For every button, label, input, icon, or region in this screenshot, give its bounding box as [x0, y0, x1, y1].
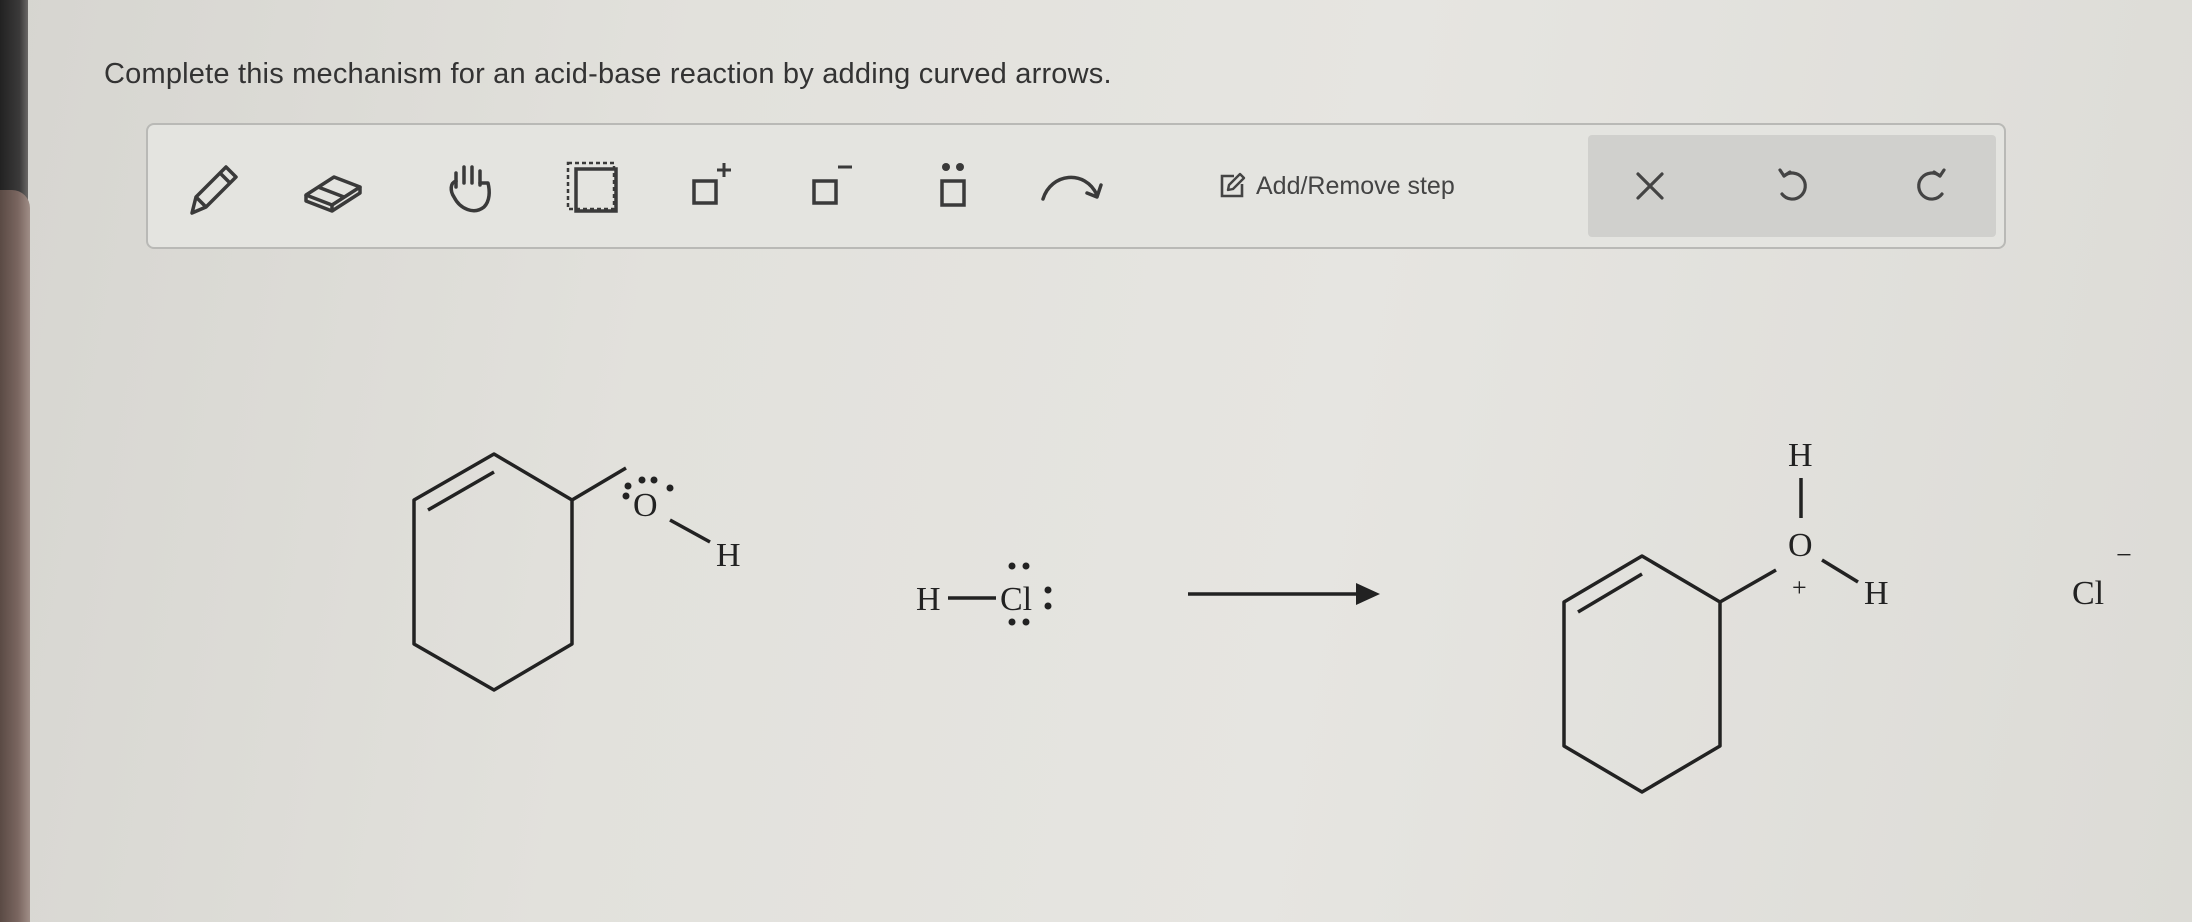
reactant-hcl[interactable]: H Cl [916, 562, 1052, 626]
edit-icon [1220, 172, 1246, 198]
lone-pair-dot [1008, 562, 1016, 570]
lone-pair-dot [666, 484, 674, 492]
negative-charge-tool-button[interactable] [788, 143, 878, 233]
lone-pair-dot [1022, 562, 1030, 570]
chlorine-atom-label: Cl [1000, 581, 1032, 618]
eraser-tool-button[interactable] [288, 143, 378, 233]
hydrogen-top-label: H [1788, 437, 1813, 474]
pencil-icon [190, 165, 238, 215]
o-h-bond [669, 518, 711, 544]
add-remove-step-button[interactable]: Add/Remove step [1218, 161, 1455, 211]
lone-pair-icon [940, 163, 966, 207]
product-chloride[interactable]: Cl − [2072, 540, 2132, 612]
c-o-bond [571, 466, 627, 502]
curved-arrow-icon [1041, 175, 1103, 201]
lone-pair-dot [1008, 618, 1016, 626]
oxygen-atom-label: O [1788, 527, 1813, 564]
hydrogen-atom-label: H [716, 537, 741, 574]
undo-button[interactable] [1752, 146, 1832, 226]
redo-button[interactable] [1892, 146, 1972, 226]
finger-edge [0, 190, 30, 922]
eraser-icon [304, 175, 362, 213]
ring-bonds [412, 452, 574, 692]
c-o-bond [1719, 568, 1777, 604]
positive-charge-label: + [1792, 573, 1807, 602]
oxygen-atom-label: O [633, 487, 658, 524]
lone-pair-dot [1044, 602, 1052, 610]
lone-pair-dot [1044, 586, 1052, 594]
select-tool-button[interactable] [548, 143, 638, 233]
clear-button[interactable] [1610, 146, 1690, 226]
pencil-tool-button[interactable] [168, 143, 258, 233]
lone-pair-dot [624, 482, 632, 490]
negative-charge-label: − [2116, 540, 2132, 571]
drawing-toolbar: Add/Remove step [146, 123, 2006, 249]
add-remove-step-label: Add/Remove step [1256, 171, 1455, 200]
lone-pair-tool-button[interactable] [908, 143, 998, 233]
positive-charge-tool-button[interactable] [668, 143, 758, 233]
double-bond-line [427, 470, 495, 512]
redo-icon [1917, 168, 1946, 201]
action-panel [1588, 135, 1996, 237]
reactant-cyclohexenol[interactable]: O H [412, 452, 741, 692]
reaction-arrow [1188, 583, 1380, 605]
selection-box-icon [566, 161, 618, 213]
lone-pair-dot [638, 476, 646, 484]
hand-tool-button[interactable] [428, 143, 518, 233]
lone-pair-dot [650, 476, 658, 484]
instructions-text: Complete this mechanism for an acid-base… [104, 58, 1112, 90]
cyclohexene-ring [414, 470, 494, 692]
clear-icon [1636, 172, 1664, 200]
negative-charge-icon [812, 165, 852, 205]
o-h-bond [1821, 558, 1859, 584]
lone-pair-dot [1022, 618, 1030, 626]
hand-icon [449, 165, 491, 213]
ring-bonds [1562, 554, 1722, 794]
mechanism-canvas[interactable]: O H H Cl H O + H Cl − [30, 260, 2190, 920]
product-oxonium[interactable]: H O + H [1562, 437, 1889, 794]
hydrogen-atom-label: H [916, 581, 941, 618]
undo-icon [1778, 168, 1807, 201]
curved-arrow-tool-button[interactable] [1028, 143, 1118, 233]
double-bond-line [1577, 572, 1643, 614]
hydrogen-right-label: H [1864, 575, 1889, 612]
positive-charge-icon [692, 163, 731, 205]
chlorine-atom-label: Cl [2072, 575, 2104, 612]
lone-pair-dot [622, 492, 630, 500]
